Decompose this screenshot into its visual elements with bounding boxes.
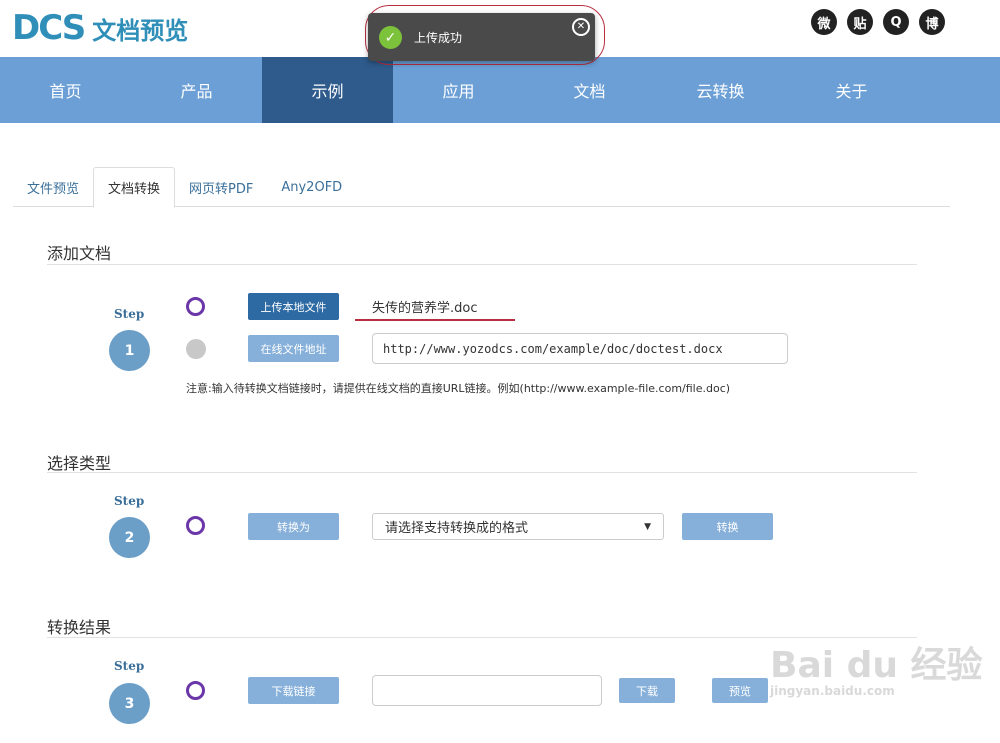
check-icon: ✓ — [379, 26, 402, 49]
format-select-value: 请选择支持转换成的格式 — [385, 521, 529, 536]
logo[interactable]: DCS 文档预览 — [12, 8, 188, 48]
download-link-button[interactable]: 下载链接 — [248, 677, 339, 704]
section-title-select-type: 选择类型 — [47, 454, 112, 473]
convert-button[interactable]: 转换 — [682, 513, 773, 540]
download-button[interactable]: 下载 — [619, 678, 675, 703]
step-label: Step — [114, 494, 145, 508]
weibo-icon[interactable]: 博 — [919, 9, 945, 35]
close-icon[interactable]: ✕ — [572, 18, 590, 36]
tab-file-preview[interactable]: 文件预览 — [13, 167, 93, 207]
radio-online-url[interactable] — [186, 339, 206, 359]
nav-item-applications[interactable]: 应用 — [393, 57, 524, 123]
divider — [47, 472, 917, 473]
nav-item-cloud-convert[interactable]: 云转换 — [655, 57, 786, 123]
uploaded-filename: 失传的营养学.doc — [372, 301, 478, 316]
file-url-input[interactable]: http://www.yozodcs.com/example/doc/docte… — [372, 333, 788, 364]
wechat-icon[interactable]: 微 — [811, 9, 837, 35]
section-title-add-doc: 添加文档 — [47, 244, 112, 263]
online-file-url-button[interactable]: 在线文件地址 — [248, 335, 339, 362]
step-label: Step — [114, 659, 145, 673]
convert-to-button[interactable]: 转换为 — [248, 513, 339, 540]
nav-item-home[interactable]: 首页 — [0, 57, 131, 123]
divider — [47, 264, 917, 265]
radio-upload-local[interactable] — [186, 297, 205, 316]
baidu-watermark: Bai du 经验 jingyan.baidu.com — [770, 636, 983, 698]
nav-item-examples[interactable]: 示例 — [262, 57, 393, 123]
radio-convert-to[interactable] — [186, 516, 205, 535]
radio-download-link[interactable] — [186, 681, 205, 700]
main-nav: 首页 产品 示例 应用 文档 云转换 关于 — [0, 57, 1000, 123]
watermark-main: Bai du 经验 — [770, 645, 983, 686]
download-link-input[interactable] — [372, 675, 602, 706]
step-label: Step — [114, 307, 145, 321]
chevron-down-icon: ▼ — [644, 521, 651, 532]
format-select[interactable]: 请选择支持转换成的格式 ▼ — [372, 513, 664, 540]
nav-item-products[interactable]: 产品 — [131, 57, 262, 123]
toast-message: 上传成功 — [414, 31, 463, 45]
tab-web-to-pdf[interactable]: 网页转PDF — [175, 167, 267, 207]
social-links: 微 贴 Q 博 — [811, 9, 945, 35]
step-number-badge: 2 — [109, 517, 150, 558]
tieba-icon[interactable]: 贴 — [847, 9, 873, 35]
nav-item-about[interactable]: 关于 — [786, 57, 917, 123]
upload-local-file-button[interactable]: 上传本地文件 — [248, 293, 339, 320]
demo-tabs: 文件预览 文档转换 网页转PDF Any2OFD — [13, 167, 950, 208]
logo-text: 文档预览 — [92, 16, 189, 45]
tab-any2ofd[interactable]: Any2OFD — [267, 167, 356, 207]
step-number-badge: 3 — [109, 683, 150, 724]
step-number-badge: 1 — [109, 330, 150, 371]
tab-doc-convert[interactable]: 文档转换 — [93, 167, 176, 208]
preview-button[interactable]: 预览 — [712, 678, 768, 703]
section-title-result: 转换结果 — [47, 618, 112, 637]
logo-mark: DCS — [12, 8, 86, 48]
qq-icon[interactable]: Q — [883, 9, 909, 35]
url-note: 注意:输入待转换文档链接时，请提供在线文档的直接URL链接。例如(http://… — [186, 382, 731, 395]
upload-success-toast: ✓ 上传成功 ✕ — [368, 13, 595, 61]
nav-item-docs[interactable]: 文档 — [524, 57, 655, 123]
annotation-underline — [355, 319, 515, 321]
